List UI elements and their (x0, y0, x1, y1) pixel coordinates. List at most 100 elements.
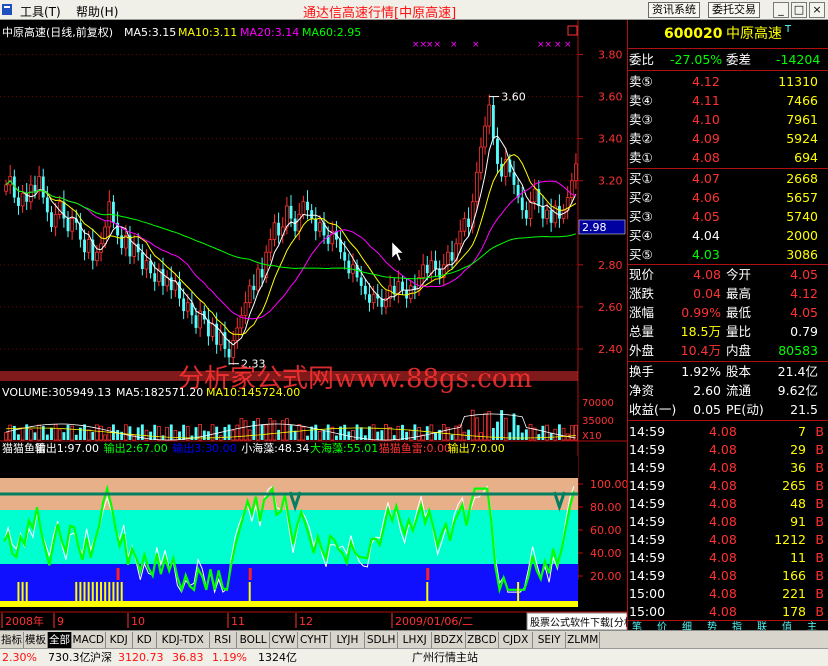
indicator-tab-boll[interactable]: BOLL (237, 632, 271, 648)
output7-bar (83, 582, 86, 604)
stat-value: 0.04 (693, 286, 721, 301)
tick-price: 4.08 (709, 604, 737, 619)
indicator-tab-全部[interactable]: 全部 (48, 632, 72, 648)
date-label: 2009/01/06/二 (395, 615, 473, 628)
tick-price: 4.08 (709, 586, 737, 601)
indicator-tab-zlmm[interactable]: ZLMM (566, 632, 600, 648)
candle-body (541, 205, 545, 219)
volume-bar (396, 425, 401, 441)
volume-bar (91, 431, 95, 440)
menu-tools[interactable]: 工具(T) (20, 3, 61, 20)
quote-header: 600020 中原高速 T (628, 22, 828, 46)
indicator-tab-kdj[interactable]: KDJ (106, 632, 133, 648)
indicator-tab-cyw[interactable]: CYW (270, 632, 298, 648)
quote-tab[interactable]: 联 (757, 621, 767, 630)
indicator-tab-模板[interactable]: 模板 (24, 632, 48, 648)
signal-marker: ×× (537, 40, 552, 50)
output7-bar (91, 582, 94, 604)
candle-body (57, 201, 62, 215)
tick-time: 15:00 (629, 586, 666, 601)
volume-bar (37, 424, 41, 441)
quote-tab[interactable]: 势 (707, 621, 717, 630)
ad-banner[interactable]: 股票公式软件下载[分析家公式网www.88gs.com] (530, 616, 627, 629)
candle-body (140, 252, 144, 270)
volume-bar (503, 417, 508, 441)
output7-bar (112, 582, 115, 604)
candle-body (4, 184, 8, 192)
fund-row: 净资 2.60 流通 9.62亿 (628, 382, 828, 400)
stat-value: 0.79 (790, 324, 818, 339)
volume-bar (462, 431, 467, 441)
output7-bar (75, 582, 78, 604)
candle-body (41, 176, 45, 198)
indicator-tab-zbcd[interactable]: ZBCD (466, 632, 500, 648)
candle-body (528, 201, 533, 219)
volume-bar (17, 434, 20, 440)
close-button[interactable]: × (809, 2, 825, 18)
tick-direction: B (815, 586, 824, 601)
ask-price: 4.09 (692, 131, 720, 146)
candle-body (144, 260, 149, 270)
ma5-label: MA5:3.15 (124, 26, 176, 39)
bid-volume: 2000 (786, 228, 818, 243)
stock-name: 中原高速 (726, 26, 782, 42)
candle-body (306, 201, 309, 211)
volume-bar (310, 426, 314, 440)
indicator-tab-lhxj[interactable]: LHXJ (398, 632, 432, 648)
tick-row: 14:59 4.08 48 B (628, 495, 828, 513)
kline-chart-area[interactable]: ×××× × × ×× × × 3.602.33 3.803.603.403.202.80… (0, 20, 627, 630)
torpedo-signal (116, 568, 120, 580)
candle-body (103, 226, 108, 245)
quote-tab[interactable]: 价 (657, 621, 667, 630)
maximize-button[interactable]: □ (791, 2, 807, 18)
indicator-tab-kd[interactable]: KD (133, 632, 157, 648)
quote-tab[interactable]: 细 (682, 621, 692, 630)
indicator-axis-label: 40.00 (590, 547, 622, 560)
indicator-axis-label: 20.00 (590, 570, 622, 583)
weibi-label: 委比 (629, 52, 655, 67)
indicator-tab-sdlh[interactable]: SDLH (365, 632, 399, 648)
price-axis-label: 3.20 (598, 175, 623, 188)
tick-volume: 265 (782, 478, 806, 493)
indicator-tab-kdj-tdx[interactable]: KDJ-TDX (157, 632, 210, 648)
bid-volume: 2668 (786, 171, 818, 186)
bid-row: 买② 4.06 5657 (628, 189, 828, 207)
quote-tab[interactable]: 值 (782, 621, 792, 630)
indicator-tab-指标[interactable]: 指标 (0, 632, 24, 648)
indicator-tab-cjdx[interactable]: CJDX (499, 632, 533, 648)
info-system-button[interactable]: 资讯系统 (648, 2, 700, 18)
volume-bar (474, 417, 479, 441)
quote-tab[interactable]: 主 (807, 621, 817, 630)
quote-tab[interactable]: 指 (732, 621, 742, 630)
indicator-panel[interactable]: 猫猫鱼雷输出1:97.00 输出2:67.00 输出3:30.00 小海藻:48.34… (0, 441, 627, 607)
candle-body (520, 197, 524, 211)
menu-help[interactable]: 帮助(H) (76, 3, 118, 20)
quote-tab[interactable]: 笔 (632, 621, 642, 630)
candle-body (111, 201, 115, 223)
minimize-button[interactable]: _ (773, 2, 789, 18)
indicator-tab-cyht[interactable]: CYHT (298, 632, 332, 648)
volume-bar (314, 424, 318, 440)
output7-bar (517, 582, 520, 604)
trade-order-button[interactable]: 委托交易 (708, 2, 760, 18)
volume-bar (86, 429, 91, 441)
app-icon[interactable] (2, 4, 12, 15)
volume-bar (408, 429, 413, 441)
indicator-tab-seiy[interactable]: SEIY (533, 632, 567, 648)
volume-bar (243, 420, 248, 441)
stat-row: 现价 4.08 今开 4.05 (628, 266, 828, 284)
indicator-tab-lyjh[interactable]: LYJH (331, 632, 365, 648)
bid-price: 4.05 (692, 209, 720, 224)
volume-bar (285, 418, 289, 441)
volume-bar (264, 424, 269, 441)
volume-bar (380, 430, 384, 440)
indicator-tab-bdzx[interactable]: BDZX (432, 632, 466, 648)
date-label: 2008年 (5, 614, 44, 628)
indicator-tab-macd[interactable]: MACD (72, 632, 106, 648)
tick-direction: B (815, 550, 824, 565)
volume-bar (260, 424, 264, 440)
signal-marker: ×× (412, 40, 427, 50)
tick-direction: B (815, 496, 824, 511)
candle-body (483, 125, 487, 148)
indicator-tab-rsi[interactable]: RSI (210, 632, 237, 648)
